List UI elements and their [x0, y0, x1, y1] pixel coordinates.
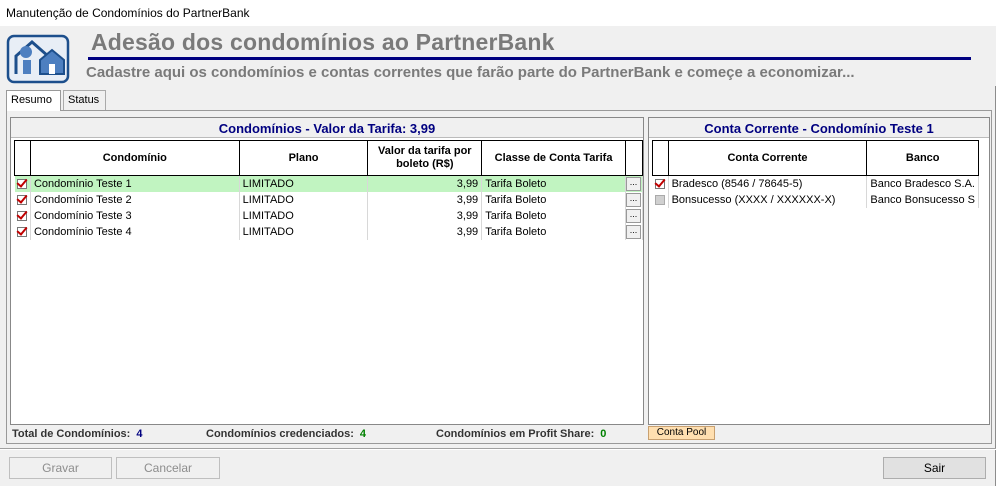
title-bar: Manutenção de Condomínios do PartnerBank [0, 0, 996, 26]
ellipsis-button[interactable]: ... [625, 224, 641, 239]
total-condominios-value: 4 [136, 428, 143, 440]
condominios-rows: Condomínio Teste 1 LIMITADO 3,99 Tarifa Bol… [14, 175, 644, 240]
col-banco[interactable]: Banco [866, 140, 979, 176]
conta-corrente-value: Bradesco (8546 / 78645-5) [668, 175, 868, 192]
ellipsis-button[interactable]: ... [625, 176, 641, 191]
plano-value: LIMITADO [239, 207, 369, 224]
gravar-button[interactable]: Gravar [9, 457, 112, 479]
col-valor-tarifa[interactable]: Valor da tarifa por boleto (R$) [367, 140, 483, 176]
ellipsis-cell: ... [625, 223, 644, 240]
col-ellipsis [624, 140, 644, 176]
banco-value: Banco Bonsucesso S [866, 191, 979, 208]
row-checkbox-cell [14, 223, 31, 240]
plano-value: LIMITADO [239, 191, 369, 208]
total-condominios-label: Total de Condomínios: [12, 428, 131, 440]
plano-value: LIMITADO [239, 223, 369, 240]
tarifa-value: 3,99 [367, 207, 483, 224]
condominio-name: Condomínio Teste 3 [30, 207, 240, 224]
col-classe-conta[interactable]: Classe de Conta Tarifa [481, 140, 626, 176]
row-checkbox[interactable] [655, 178, 666, 189]
row-checkbox[interactable] [17, 194, 28, 205]
conta-corrente-value: Bonsucesso (XXXX / XXXXXX-X) [668, 191, 868, 208]
condominios-panel: Condomínios - Valor da Tarifa: 3,99 Cond… [10, 117, 644, 425]
table-row[interactable]: Bonsucesso (XXXX / XXXXXX-X) Banco Bonsuc… [652, 191, 979, 208]
condominio-name: Condomínio Teste 4 [30, 223, 240, 240]
houses-icon [6, 34, 70, 84]
tarifa-value: 3,99 [367, 191, 483, 208]
table-row[interactable]: Condomínio Teste 3 LIMITADO 3,99 Tarifa Bol… [14, 207, 644, 224]
col-plano[interactable]: Plano [238, 140, 369, 176]
plano-value: LIMITADO [239, 175, 369, 192]
credenciados-label: Condomínios credenciados: [206, 428, 354, 440]
row-checkbox-cell [14, 175, 31, 192]
condominio-name: Condomínio Teste 1 [30, 175, 240, 192]
classe-value: Tarifa Boleto [481, 207, 626, 224]
tab-status[interactable]: Status [63, 90, 106, 110]
classe-value: Tarifa Boleto [481, 223, 626, 240]
tab-resumo[interactable]: Resumo [6, 90, 61, 111]
page-subtitle: Cadastre aqui os condomínios e contas co… [86, 64, 855, 81]
condominios-table: Condomínio Plano Valor da tarifa por bol… [14, 140, 644, 240]
profit-share-value: 0 [600, 428, 607, 440]
row-checkbox[interactable] [17, 178, 28, 189]
header-divider [88, 57, 971, 60]
row-checkbox-cell [652, 191, 669, 208]
row-checkbox-cell [14, 191, 31, 208]
conta-corrente-table: Conta Corrente Banco Bradesco (8546 / 78… [652, 140, 979, 208]
profit-share-label: Condomínios em Profit Share: [436, 428, 595, 440]
ellipsis-button[interactable]: ... [625, 192, 641, 207]
page-title: Adesão dos condomínios ao PartnerBank [91, 29, 555, 55]
sair-button[interactable]: Sair [883, 457, 986, 479]
ellipsis-cell: ... [625, 191, 644, 208]
ellipsis-cell: ... [625, 175, 644, 192]
check-column-header [14, 140, 31, 176]
footer-divider [0, 448, 996, 450]
condominios-title: Condomínios - Valor da Tarifa: 3,99 [11, 118, 643, 138]
tab-panel-resumo: Condomínios - Valor da Tarifa: 3,99 Cond… [6, 110, 992, 444]
row-checkbox[interactable] [17, 210, 28, 221]
conta-corrente-title: Conta Corrente - Condomínio Teste 1 [649, 118, 989, 138]
col-conta-corrente[interactable]: Conta Corrente [667, 140, 868, 176]
banco-value: Banco Bradesco S.A. [866, 175, 979, 192]
row-checkbox-cell [14, 207, 31, 224]
condominio-name: Condomínio Teste 2 [30, 191, 240, 208]
ellipsis-cell: ... [625, 207, 644, 224]
condominios-credenciados: Condomínios credenciados: 4 [206, 428, 366, 440]
main-window: Manutenção de Condomínios do PartnerBank… [0, 0, 996, 486]
check-column-header [652, 140, 669, 176]
total-condominios: Total de Condomínios: 4 [12, 428, 142, 440]
window-title: Manutenção de Condomínios do PartnerBank [6, 6, 250, 20]
row-checkbox[interactable] [655, 194, 666, 205]
row-checkbox[interactable] [17, 226, 28, 237]
credenciados-value: 4 [359, 428, 367, 440]
ellipsis-button[interactable]: ... [625, 208, 641, 223]
conta-corrente-panel: Conta Corrente - Condomínio Teste 1 Cont… [648, 117, 990, 425]
conta-corrente-rows: Bradesco (8546 / 78645-5) Banco Bradesco … [652, 175, 979, 208]
row-checkbox-cell [652, 175, 669, 192]
col-condominio[interactable]: Condomínio [29, 140, 240, 176]
table-row[interactable]: Condomínio Teste 2 LIMITADO 3,99 Tarifa Bol… [14, 191, 644, 208]
condominios-profit-share: Condomínios em Profit Share: 0 [436, 428, 606, 440]
conta-pool-button[interactable]: Conta Pool [648, 426, 715, 440]
tarifa-value: 3,99 [367, 223, 483, 240]
tarifa-value: 3,99 [367, 175, 483, 192]
table-row[interactable]: Bradesco (8546 / 78645-5) Banco Bradesco … [652, 175, 979, 192]
table-row[interactable]: Condomínio Teste 1 LIMITADO 3,99 Tarifa Bol… [14, 175, 644, 192]
classe-value: Tarifa Boleto [481, 191, 626, 208]
header-banner: Adesão dos condomínios ao PartnerBank Ca… [0, 26, 996, 86]
classe-value: Tarifa Boleto [481, 175, 626, 192]
table-row[interactable]: Condomínio Teste 4 LIMITADO 3,99 Tarifa Bol… [14, 223, 644, 240]
cancelar-button[interactable]: Cancelar [116, 457, 220, 479]
